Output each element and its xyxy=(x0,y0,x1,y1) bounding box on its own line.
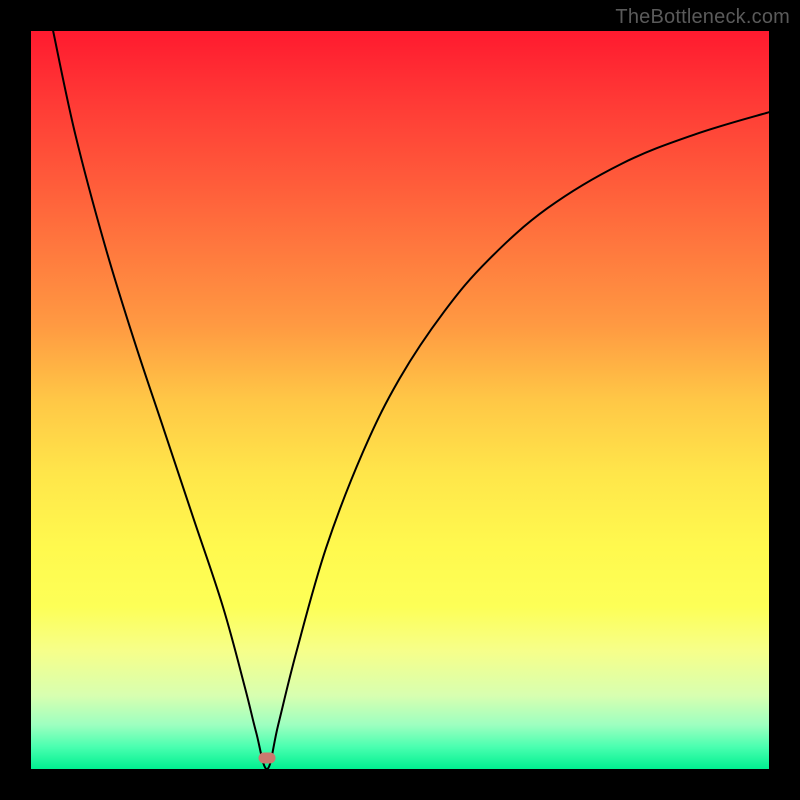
bottleneck-curve xyxy=(53,31,769,769)
minimum-marker xyxy=(259,752,276,763)
chart-curve-layer xyxy=(31,31,769,769)
chart-plot-area xyxy=(31,31,769,769)
watermark-text: TheBottleneck.com xyxy=(615,6,790,29)
